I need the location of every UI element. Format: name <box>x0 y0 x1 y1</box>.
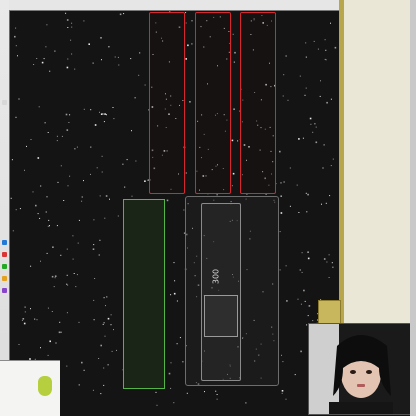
webcam-person-image <box>309 324 413 414</box>
left-toolbar-strip <box>0 0 10 416</box>
top-toolbar-strip <box>9 0 339 11</box>
menu-accent-bar <box>339 0 344 330</box>
score-value: 300 <box>211 268 221 285</box>
toolbar-dot[interactable] <box>2 252 7 257</box>
toolbar-dot[interactable] <box>2 264 7 269</box>
upgrade-button[interactable] <box>123 199 165 389</box>
right-side-panel <box>339 0 416 330</box>
toolbar-dot[interactable] <box>2 240 7 245</box>
action-box-2[interactable] <box>195 12 231 194</box>
logo-text <box>9 375 39 399</box>
toolbar-dot[interactable] <box>2 288 7 293</box>
game-screen: 300 <box>0 0 416 416</box>
right-edge-strip <box>410 0 416 416</box>
score-input-field[interactable] <box>201 203 241 381</box>
logo-icon <box>38 376 52 396</box>
webcam-video <box>308 323 414 415</box>
action-box-3[interactable] <box>240 12 276 194</box>
score-value-box <box>204 295 238 337</box>
toolbar-dot[interactable] <box>2 276 7 281</box>
action-box-1[interactable] <box>149 12 185 194</box>
toolbar-dot[interactable] <box>2 100 7 105</box>
